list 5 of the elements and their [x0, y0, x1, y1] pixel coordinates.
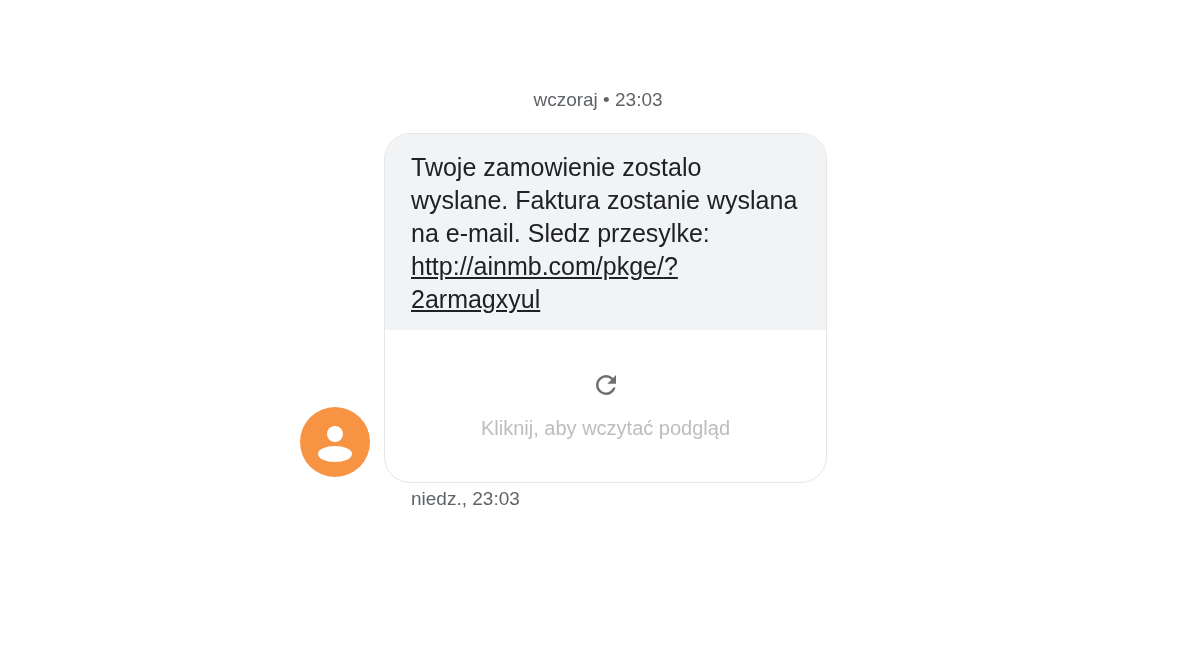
message-text: Twoje zamowienie zostalo wyslane. Faktura zostanie wyslana na e-mail. Sledz przesylke: [411, 152, 799, 249]
message-time: niedz., 23:03 [411, 488, 521, 510]
message-link[interactable]: http://ainmb.com/pkge/?2armagxyul [411, 250, 802, 316]
date-header: wczoraj • 23:03 [532, 88, 664, 112]
avatar-icon [300, 407, 370, 477]
